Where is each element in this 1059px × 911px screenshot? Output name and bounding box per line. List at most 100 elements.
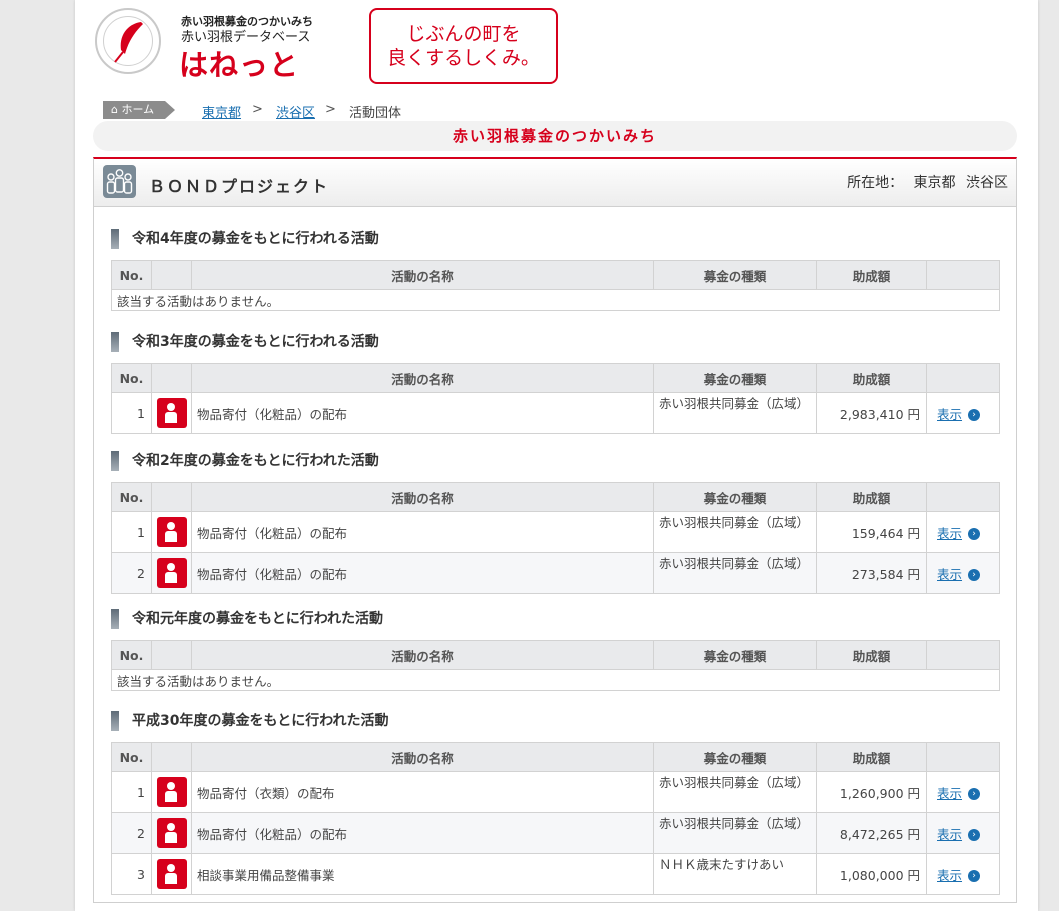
table-header-row: No. 活動の名称 募金の種類 助成額 <box>111 260 1000 290</box>
col-name-header: 活動の名称 <box>191 640 654 670</box>
slogan-line-1: じぶんの町を <box>406 23 521 45</box>
row-number: 2 <box>111 812 152 854</box>
col-no-header: No. <box>111 640 152 670</box>
col-icon-header <box>151 363 192 393</box>
table-row: 3 相談事業用備品整備事業 ＮＨＫ歳末たすけあい 1,080,000 円表示 › <box>111 853 1000 895</box>
show-link[interactable]: 表示 <box>937 567 962 582</box>
fund-type: 赤い羽根共同募金（広域） <box>653 552 817 594</box>
chevron-right-icon[interactable]: › <box>968 528 981 540</box>
col-fund-header: 募金の種類 <box>653 482 817 512</box>
activity-person-icon <box>156 859 187 889</box>
row-icon-cell <box>151 552 192 594</box>
activity-table: No. 活動の名称 募金の種類 助成額 1 物品寄付（化粧品）の配布 赤い羽根共同募金（広域… <box>111 363 1000 434</box>
col-fund-header: 募金の種類 <box>653 742 817 772</box>
table-header-row: No. 活動の名称 募金の種類 助成額 <box>111 363 1000 393</box>
col-icon-header <box>151 482 192 512</box>
row-icon-cell <box>151 392 192 434</box>
grant-amount: 1,260,900 円 <box>816 771 927 813</box>
fund-type: 赤い羽根共同募金（広域） <box>653 812 817 854</box>
grant-amount: 159,464 円 <box>816 511 927 553</box>
col-no-header: No. <box>111 742 152 772</box>
breadcrumb-pref-link[interactable]: 東京都 <box>202 102 241 121</box>
org-panel: ＢＯＮＤプロジェクト 所在地： 東京都 渋谷区 令和4年度の募金をもとに行われる… <box>93 157 1017 903</box>
breadcrumb-city-link[interactable]: 渋谷区 <box>276 102 315 121</box>
empty-message: 該当する活動はありません。 <box>111 669 1000 691</box>
seal-logo-icon[interactable] <box>95 8 161 74</box>
activity-section: 令和2年度の募金をもとに行われた活動 No. 活動の名称 募金の種類 助成額 1 物品寄付（… <box>111 450 1000 594</box>
table-header-row: No. 活動の名称 募金の種類 助成額 <box>111 742 1000 772</box>
home-icon: ⌂ <box>111 103 118 116</box>
col-fund-header: 募金の種類 <box>653 260 817 290</box>
empty-row: 該当する活動はありません。 <box>111 669 1000 691</box>
breadcrumb-home-label: ホーム <box>121 103 155 116</box>
grant-amount: 1,080,000 円 <box>816 853 927 895</box>
chevron-right-icon[interactable]: › <box>968 870 981 882</box>
row-icon-cell <box>151 853 192 895</box>
page-container: 赤い羽根募金のつかいみち 赤い羽根データベース はねっと じぶんの町を 良くする… <box>75 0 1038 911</box>
col-no-header: No. <box>111 260 152 290</box>
table-row: 2 物品寄付（化粧品）の配布 赤い羽根共同募金（広域） 8,472,265 円表示 › <box>111 812 1000 854</box>
col-name-header: 活動の名称 <box>191 742 654 772</box>
breadcrumb-home[interactable]: ⌂ ホーム <box>103 101 165 119</box>
row-icon-cell <box>151 771 192 813</box>
col-fund-header: 募金の種類 <box>653 640 817 670</box>
site-logo-text[interactable]: はねっと <box>179 42 299 84</box>
show-link[interactable]: 表示 <box>937 868 962 883</box>
activity-section: 令和4年度の募金をもとに行われる活動 No. 活動の名称 募金の種類 助成額 該当する活動… <box>111 228 1000 311</box>
activity-name: 物品寄付（衣類）の配布 <box>191 771 654 813</box>
activity-person-icon <box>156 517 187 547</box>
fund-type: 赤い羽根共同募金（広域） <box>653 511 817 553</box>
row-number: 1 <box>111 392 152 434</box>
row-icon-cell <box>151 812 192 854</box>
activity-table: No. 活動の名称 募金の種類 助成額 該当する活動はありません。 <box>111 260 1000 311</box>
activity-name: 物品寄付（化粧品）の配布 <box>191 812 654 854</box>
show-link[interactable]: 表示 <box>937 827 962 842</box>
chevron-right-icon[interactable]: › <box>968 788 981 800</box>
col-no-header: No. <box>111 363 152 393</box>
section-title: 令和3年度の募金をもとに行われる活動 <box>111 331 999 353</box>
row-number: 2 <box>111 552 152 594</box>
row-icon-cell <box>151 511 192 553</box>
chevron-right-icon[interactable]: › <box>968 569 981 581</box>
col-action-header <box>926 482 1000 512</box>
location-label: 所在地： <box>847 175 904 191</box>
empty-message: 該当する活動はありません。 <box>111 289 1000 311</box>
table-header-row: No. 活動の名称 募金の種類 助成額 <box>111 640 1000 670</box>
table-row: 1 物品寄付（化粧品）の配布 赤い羽根共同募金（広域） 159,464 円表示 › <box>111 511 1000 553</box>
table-row: 1 物品寄付（化粧品）の配布 赤い羽根共同募金（広域） 2,983,410 円表示 › <box>111 392 1000 434</box>
show-cell: 表示 › <box>926 392 1000 434</box>
table-header-row: No. 活動の名称 募金の種類 助成額 <box>111 482 1000 512</box>
activity-person-icon <box>156 777 187 807</box>
section-band-title: 赤い羽根募金のつかいみち <box>93 121 1017 151</box>
slogan-banner[interactable]: じぶんの町を 良くするしくみ。 <box>369 8 558 84</box>
col-fund-header: 募金の種類 <box>653 363 817 393</box>
row-number: 1 <box>111 771 152 813</box>
grant-amount: 273,584 円 <box>816 552 927 594</box>
chevron-right-icon[interactable]: › <box>968 409 981 421</box>
empty-row: 該当する活動はありません。 <box>111 289 1000 311</box>
show-link[interactable]: 表示 <box>937 407 962 422</box>
breadcrumb-separator: > <box>252 102 263 117</box>
chevron-right-icon[interactable]: › <box>968 829 981 841</box>
activity-name: 物品寄付（化粧品）の配布 <box>191 552 654 594</box>
activity-table: No. 活動の名称 募金の種類 助成額 1 物品寄付（衣類）の配布 赤い羽根共同募金（広域）… <box>111 742 1000 895</box>
location-pref: 東京都 <box>913 175 956 191</box>
show-link[interactable]: 表示 <box>937 786 962 801</box>
org-location: 所在地： 東京都 渋谷区 <box>841 172 1008 192</box>
show-link[interactable]: 表示 <box>937 526 962 541</box>
activity-name: 相談事業用備品整備事業 <box>191 853 654 895</box>
col-name-header: 活動の名称 <box>191 363 654 393</box>
activity-person-icon <box>156 398 187 428</box>
col-amount-header: 助成額 <box>816 363 927 393</box>
table-row: 1 物品寄付（衣類）の配布 赤い羽根共同募金（広域） 1,260,900 円表示 › <box>111 771 1000 813</box>
section-title: 令和2年度の募金をもとに行われた活動 <box>111 450 999 472</box>
activity-section: 令和3年度の募金をもとに行われる活動 No. 活動の名称 募金の種類 助成額 1 物品寄付（… <box>111 331 1000 434</box>
col-action-header <box>926 260 1000 290</box>
col-name-header: 活動の名称 <box>191 260 654 290</box>
fund-type: 赤い羽根共同募金（広域） <box>653 771 817 813</box>
show-cell: 表示 › <box>926 812 1000 854</box>
show-cell: 表示 › <box>926 853 1000 895</box>
fund-type: ＮＨＫ歳末たすけあい <box>653 853 817 895</box>
col-no-header: No. <box>111 482 152 512</box>
slogan-line-2: 良くするしくみ。 <box>387 47 540 69</box>
